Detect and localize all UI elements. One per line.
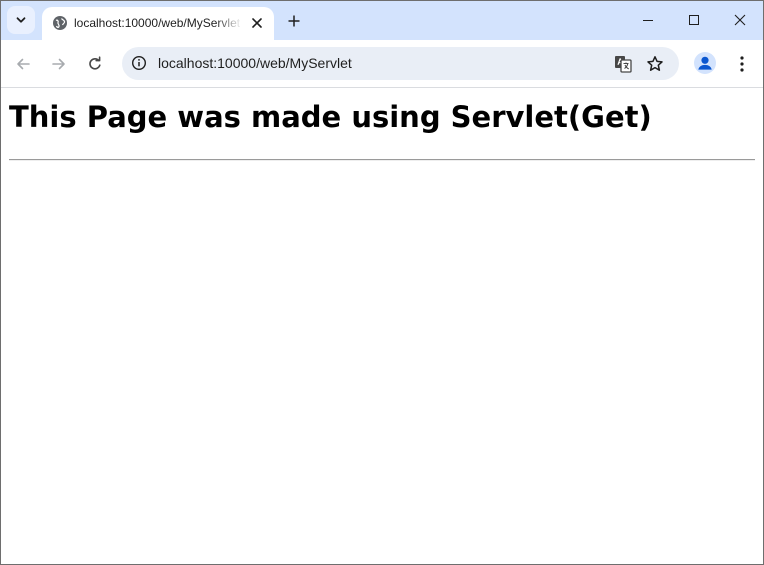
address-url: localhost:10000/web/MyServlet [158,55,352,71]
minimize-button[interactable] [625,3,671,37]
translate-icon [615,56,632,73]
reload-button[interactable] [81,50,109,78]
profile-icon [698,56,712,70]
maximize-icon [689,15,699,25]
close-window-button[interactable] [717,3,763,37]
page-content: This Page was made using Servlet(Get) [1,88,763,564]
close-icon [252,18,262,28]
bookmark-button[interactable] [644,53,666,75]
tab-search-button[interactable] [7,6,35,34]
title-bar: localhost:10000/web/MyServlet [1,1,763,40]
browser-menu-button[interactable] [730,50,754,78]
plus-icon [288,15,300,27]
chevron-down-icon [16,17,26,23]
reload-icon [89,56,101,70]
address-bar[interactable]: localhost:10000/web/MyServlet [122,47,679,80]
browser-window: localhost:10000/web/MyServlet localhost:… [0,0,764,565]
kebab-menu-icon [740,56,744,72]
close-icon [734,14,746,26]
profile-button[interactable] [694,52,716,74]
site-info-button[interactable] [129,53,149,73]
horizontal-rule [9,159,755,161]
forward-button[interactable] [45,50,73,78]
translate-button[interactable] [612,53,634,75]
arrow-left-icon [17,58,30,70]
maximize-button[interactable] [671,3,717,37]
page-heading: This Page was made using Servlet(Get) [9,100,652,134]
browser-tab[interactable]: localhost:10000/web/MyServlet [42,7,274,40]
browser-toolbar: localhost:10000/web/MyServlet [1,40,763,88]
globe-icon [53,16,67,30]
minimize-icon [643,20,653,21]
tab-close-button[interactable] [248,14,266,32]
info-icon [131,55,147,71]
arrow-right-icon [52,58,65,70]
new-tab-button[interactable] [282,9,306,33]
back-button[interactable] [9,50,37,78]
tab-title: localhost:10000/web/MyServlet [74,16,241,30]
star-icon [647,56,663,71]
